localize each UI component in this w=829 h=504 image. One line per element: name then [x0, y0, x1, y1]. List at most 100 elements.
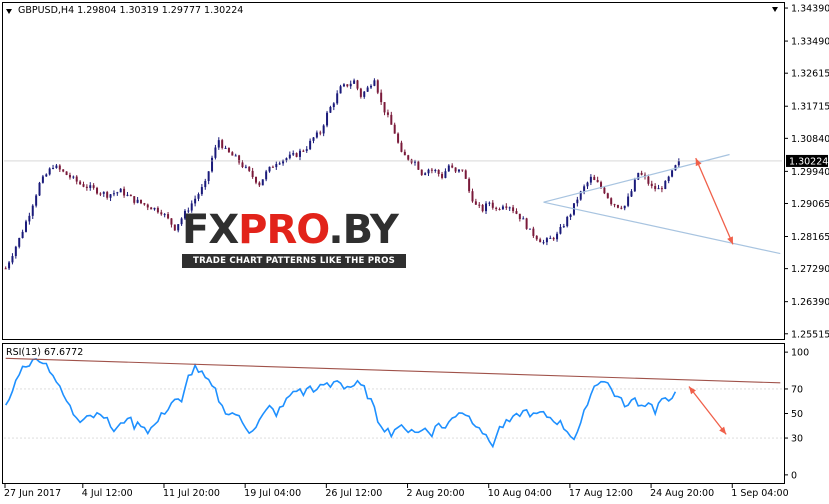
- candle-body: [545, 238, 548, 243]
- candle-body: [143, 203, 146, 205]
- candle-body: [518, 213, 521, 220]
- candle-body: [424, 173, 427, 175]
- candle-body: [383, 102, 386, 113]
- candle-body: [11, 256, 14, 263]
- candle-body: [552, 237, 555, 240]
- candle-body: [549, 237, 552, 239]
- candle-body: [116, 192, 119, 194]
- candle-body: [386, 112, 389, 115]
- candle-body: [498, 209, 501, 211]
- candle-body: [640, 172, 643, 175]
- candle-body: [302, 150, 305, 152]
- candle-body: [667, 176, 670, 182]
- candle-body: [606, 193, 609, 199]
- candle-body: [163, 214, 166, 216]
- candle-body: [532, 228, 535, 236]
- candle-body: [82, 184, 85, 187]
- candle-body: [627, 196, 630, 206]
- y-tick-label: 1.26390: [791, 297, 829, 308]
- rsi-pane-frame: [2, 343, 785, 484]
- candle-body: [654, 186, 657, 190]
- candle-body: [468, 178, 471, 192]
- candle-body: [204, 180, 207, 188]
- candle-body: [380, 92, 383, 103]
- candle-body: [647, 176, 650, 184]
- candle-body: [217, 140, 220, 148]
- candle-body: [89, 185, 92, 188]
- candle-body: [593, 176, 596, 180]
- candle-body: [150, 207, 153, 210]
- candle-body: [156, 207, 159, 213]
- candle-body: [45, 174, 48, 177]
- candle-body: [75, 176, 78, 182]
- rsi-y-tick-label: 70: [791, 384, 803, 395]
- candle-body: [197, 194, 200, 199]
- y-tick-label: 1.28165: [791, 232, 829, 243]
- candle-body: [522, 218, 525, 220]
- candle-body: [72, 176, 75, 178]
- candle-body: [109, 194, 112, 198]
- candle-body: [427, 169, 430, 174]
- x-tick-label: 4 Jul 12:00: [82, 488, 133, 499]
- candle-body: [346, 84, 349, 87]
- candle-body: [373, 80, 376, 86]
- candle-body: [630, 191, 633, 197]
- candle-body: [265, 171, 268, 180]
- candle-body: [336, 93, 339, 104]
- y-tick-label: 1.29940: [791, 167, 829, 178]
- x-tick-label: 27 Jun 2017: [4, 488, 61, 499]
- candle-body: [677, 161, 680, 166]
- candle-body: [305, 149, 308, 151]
- candle-body: [464, 170, 467, 179]
- candle-body: [664, 181, 667, 189]
- candle-body: [129, 194, 132, 197]
- candle-body: [413, 161, 416, 163]
- candle-body: [339, 86, 342, 94]
- candle-body: [420, 169, 423, 175]
- candle-body: [461, 169, 464, 171]
- candle-body: [79, 181, 82, 185]
- candle-body: [194, 198, 197, 204]
- candle-body: [177, 224, 180, 231]
- candle-body: [528, 228, 531, 230]
- candle-body: [227, 147, 230, 153]
- candle-body: [407, 155, 410, 160]
- candle-body: [160, 212, 163, 215]
- candle-body: [224, 147, 227, 149]
- candle-body: [251, 170, 254, 177]
- x-tick-label: 1 Sep 04:00: [731, 488, 788, 499]
- candle-body: [14, 246, 17, 257]
- chart-canvas: 1.34390 1.33490 1.32615 1.31715 1.30840 1.299…: [2, 2, 829, 499]
- candle-body: [650, 183, 653, 187]
- candle-body: [332, 103, 335, 108]
- candle-body: [292, 153, 295, 155]
- candle-body: [430, 169, 433, 171]
- candle-body: [24, 221, 27, 232]
- candle-body: [326, 112, 329, 126]
- candle-body: [238, 155, 241, 163]
- candle-body: [319, 132, 322, 134]
- candle-body: [542, 242, 545, 244]
- candle-body: [586, 182, 589, 187]
- candle-body: [349, 83, 352, 87]
- candle-body: [261, 179, 264, 186]
- candle-body: [620, 207, 623, 209]
- candle-body: [569, 214, 572, 217]
- candle-body: [38, 182, 41, 196]
- rsi-y-tick-label: 50: [791, 409, 803, 420]
- rsi-y-tick-label: 100: [791, 348, 809, 359]
- candle-body: [366, 87, 369, 92]
- candle-body: [8, 262, 11, 269]
- candle-body: [329, 107, 332, 113]
- candle-body: [515, 211, 518, 214]
- candle-body: [589, 176, 592, 183]
- candle-body: [31, 205, 34, 216]
- candle-body: [488, 202, 491, 204]
- candle-body: [48, 168, 51, 175]
- candle-body: [444, 171, 447, 178]
- candle-body: [441, 173, 444, 178]
- candle-body: [660, 188, 663, 190]
- candle-body: [207, 171, 210, 181]
- candle-body: [312, 137, 315, 141]
- candle-body: [28, 215, 31, 222]
